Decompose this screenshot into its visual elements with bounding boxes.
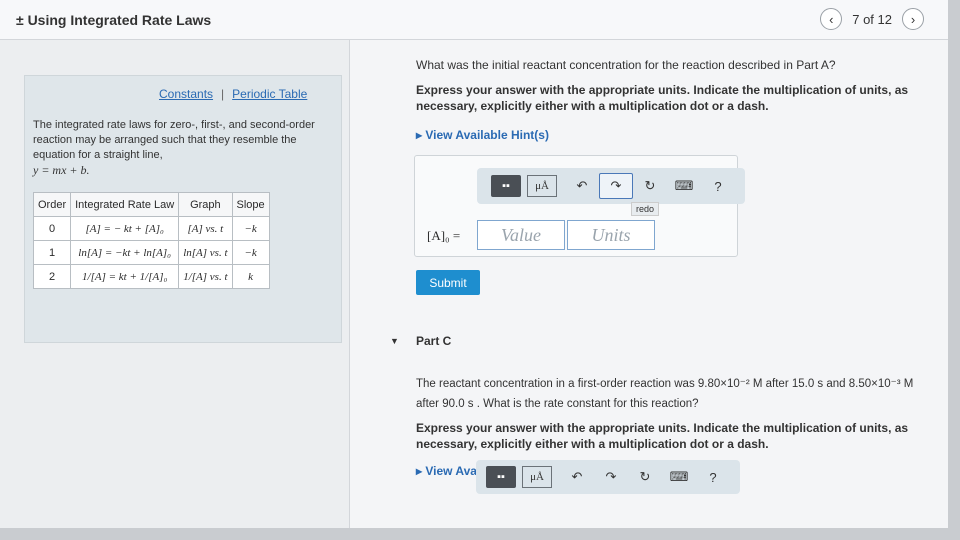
- info-panel: Constants | Periodic Table The integrated …: [24, 75, 342, 343]
- undo-icon[interactable]: ↶: [565, 173, 599, 199]
- table-cell: k: [231, 264, 270, 289]
- reset-icon[interactable]: ↻: [633, 173, 667, 199]
- table-cell: [A] vs. t: [178, 216, 233, 241]
- units-icon[interactable]: μÅ: [522, 466, 552, 488]
- value-input[interactable]: Value: [477, 220, 565, 250]
- page-counter: 7 of 12: [852, 11, 892, 27]
- col-header: Integrated Rate Law: [70, 192, 180, 217]
- part-b-hint-link[interactable]: ▸ View Available Hint(s): [416, 128, 549, 142]
- chevron-down-icon[interactable]: ▼: [390, 336, 399, 346]
- rate-law-description: The integrated rate laws for zero-, firs…: [33, 118, 328, 179]
- undo-icon[interactable]: ↶: [560, 464, 594, 490]
- math-toolbar: ▪▪ μÅ ↶ ↷ ↻ ⌨ ?: [477, 168, 745, 204]
- col-header: Order: [32, 192, 72, 217]
- page: ± Using Integrated Rate Laws ‹ 7 of 12 ›…: [0, 0, 948, 528]
- templates-icon[interactable]: ▪▪: [491, 175, 521, 197]
- main-content: What was the initial reactant concentrat…: [352, 40, 948, 528]
- submit-button[interactable]: Submit: [416, 270, 480, 295]
- table-cell: 1/[A] = kt + 1/[A]₀: [70, 264, 180, 289]
- table-cell: 1/[A] vs. t: [178, 264, 233, 289]
- table-cell: 1: [32, 240, 72, 265]
- reset-icon[interactable]: ↻: [628, 464, 662, 490]
- redo-icon[interactable]: ↷: [594, 464, 628, 490]
- sidebar: Constants | Periodic Table The integrated …: [0, 40, 350, 528]
- part-c-instruction: Express your answer with the appropriate…: [416, 421, 909, 451]
- table-cell: ln[A] = −kt + ln[A]₀: [70, 240, 180, 265]
- periodic-table-link[interactable]: Periodic Table: [232, 87, 307, 101]
- redo-tooltip: redo: [631, 202, 660, 216]
- answer-label: [A]₀ =: [427, 228, 461, 243]
- part-c-toolbar: ▪▪ μÅ ↶ ↷ ↻ ⌨ ?: [476, 460, 740, 494]
- table-cell: −k: [231, 216, 270, 241]
- units-input[interactable]: Units: [567, 220, 655, 250]
- description-text: The integrated rate laws for zero-, firs…: [33, 119, 315, 161]
- table-row: 1 ln[A] = −kt + ln[A]₀ ln[A] vs. t −k: [32, 240, 270, 265]
- table-cell: 2: [32, 264, 72, 289]
- help-icon[interactable]: ?: [701, 173, 735, 199]
- prev-page-button[interactable]: ‹: [820, 8, 843, 30]
- table-row: 0 [A] = − kt + [A]₀ [A] vs. t −k: [32, 216, 270, 241]
- col-header: Slope: [231, 192, 270, 217]
- keyboard-icon[interactable]: ⌨: [662, 464, 696, 490]
- page-title: ± Using Integrated Rate Laws: [16, 12, 212, 28]
- help-icon[interactable]: ?: [696, 464, 730, 490]
- part-c-label[interactable]: Part C: [416, 334, 451, 348]
- table-cell: 0: [32, 216, 72, 241]
- link-separator: |: [221, 87, 225, 101]
- line-equation: y = mx + b.: [33, 163, 90, 177]
- header-bar: ± Using Integrated Rate Laws ‹ 7 of 12 ›: [0, 0, 948, 40]
- templates-icon[interactable]: ▪▪: [486, 466, 516, 488]
- pager: ‹ 7 of 12 ›: [820, 8, 924, 30]
- units-icon[interactable]: μÅ: [527, 175, 557, 197]
- resource-links: Constants | Periodic Table: [159, 87, 307, 101]
- constants-link[interactable]: Constants: [159, 87, 213, 101]
- table-cell: [A] = − kt + [A]₀: [70, 216, 180, 241]
- table-row: 2 1/[A] = kt + 1/[A]₀ 1/[A] vs. t k: [32, 264, 270, 289]
- part-b-instruction: Express your answer with the appropriate…: [416, 83, 909, 113]
- part-b-question: What was the initial reactant concentrat…: [416, 58, 836, 72]
- table-cell: ln[A] vs. t: [178, 240, 233, 265]
- answer-box: ▪▪ μÅ ↶ ↷ ↻ ⌨ ? redo [A]₀ = Value Units: [414, 155, 745, 257]
- next-page-button[interactable]: ›: [902, 8, 924, 30]
- part-c-question: The reactant concentration in a first-or…: [416, 378, 914, 410]
- table-cell: −k: [231, 240, 270, 265]
- col-header: Graph: [178, 192, 233, 217]
- rate-law-table: Order Integrated Rate Law Graph Slope 0 …: [32, 192, 270, 289]
- table-header-row: Order Integrated Rate Law Graph Slope: [32, 192, 270, 217]
- keyboard-icon[interactable]: ⌨: [667, 173, 701, 199]
- redo-icon[interactable]: ↷: [599, 173, 633, 199]
